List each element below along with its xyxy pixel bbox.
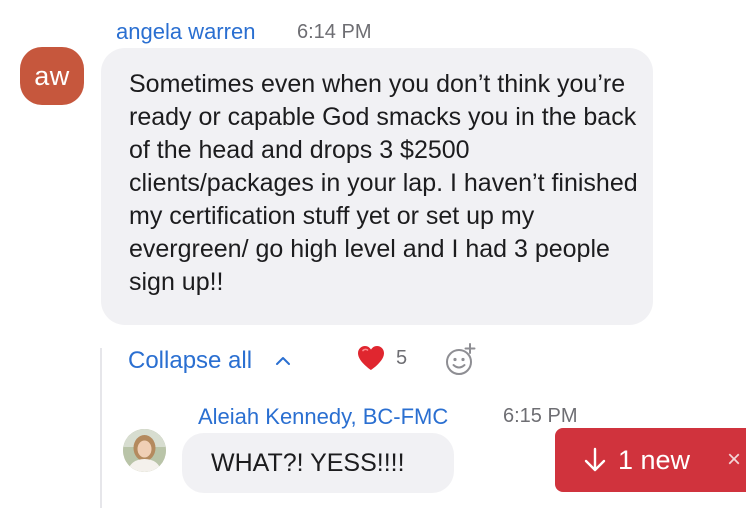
reply-bubble: WHAT?! YESS!!!! <box>182 433 454 493</box>
chevron-up-icon <box>276 357 291 365</box>
collapse-all-label: Collapse all <box>128 347 253 374</box>
avatar-angela-warren[interactable]: aw <box>20 47 84 105</box>
arrow-down-icon <box>584 447 606 472</box>
collapse-all-button[interactable]: Collapse all <box>128 345 292 377</box>
reply-text: WHAT?! YESS!!!! <box>211 448 405 477</box>
new-messages-label: 1 new <box>618 445 691 475</box>
message-bubble: Sometimes even when you don’t think you’… <box>101 48 653 325</box>
reply-sender-name[interactable]: Aleiah Kennedy, BC-FMC <box>198 404 448 430</box>
sender-name[interactable]: angela warren <box>116 19 255 45</box>
heart-reaction[interactable]: 5 <box>356 344 407 372</box>
heart-icon <box>358 346 384 370</box>
reaction-count: 5 <box>396 346 408 369</box>
avatar-aleiah-kennedy[interactable] <box>123 429 166 472</box>
message-text: Sometimes even when you don’t think you’… <box>129 70 638 296</box>
thread-line <box>100 348 102 508</box>
message-timestamp: 6:14 PM <box>297 21 372 43</box>
add-reaction-icon[interactable] <box>444 343 478 377</box>
profile-photo <box>123 429 166 472</box>
close-icon[interactable]: × <box>727 446 741 474</box>
reply-timestamp: 6:15 PM <box>503 405 578 427</box>
new-messages-button[interactable]: 1 new × <box>555 428 746 492</box>
